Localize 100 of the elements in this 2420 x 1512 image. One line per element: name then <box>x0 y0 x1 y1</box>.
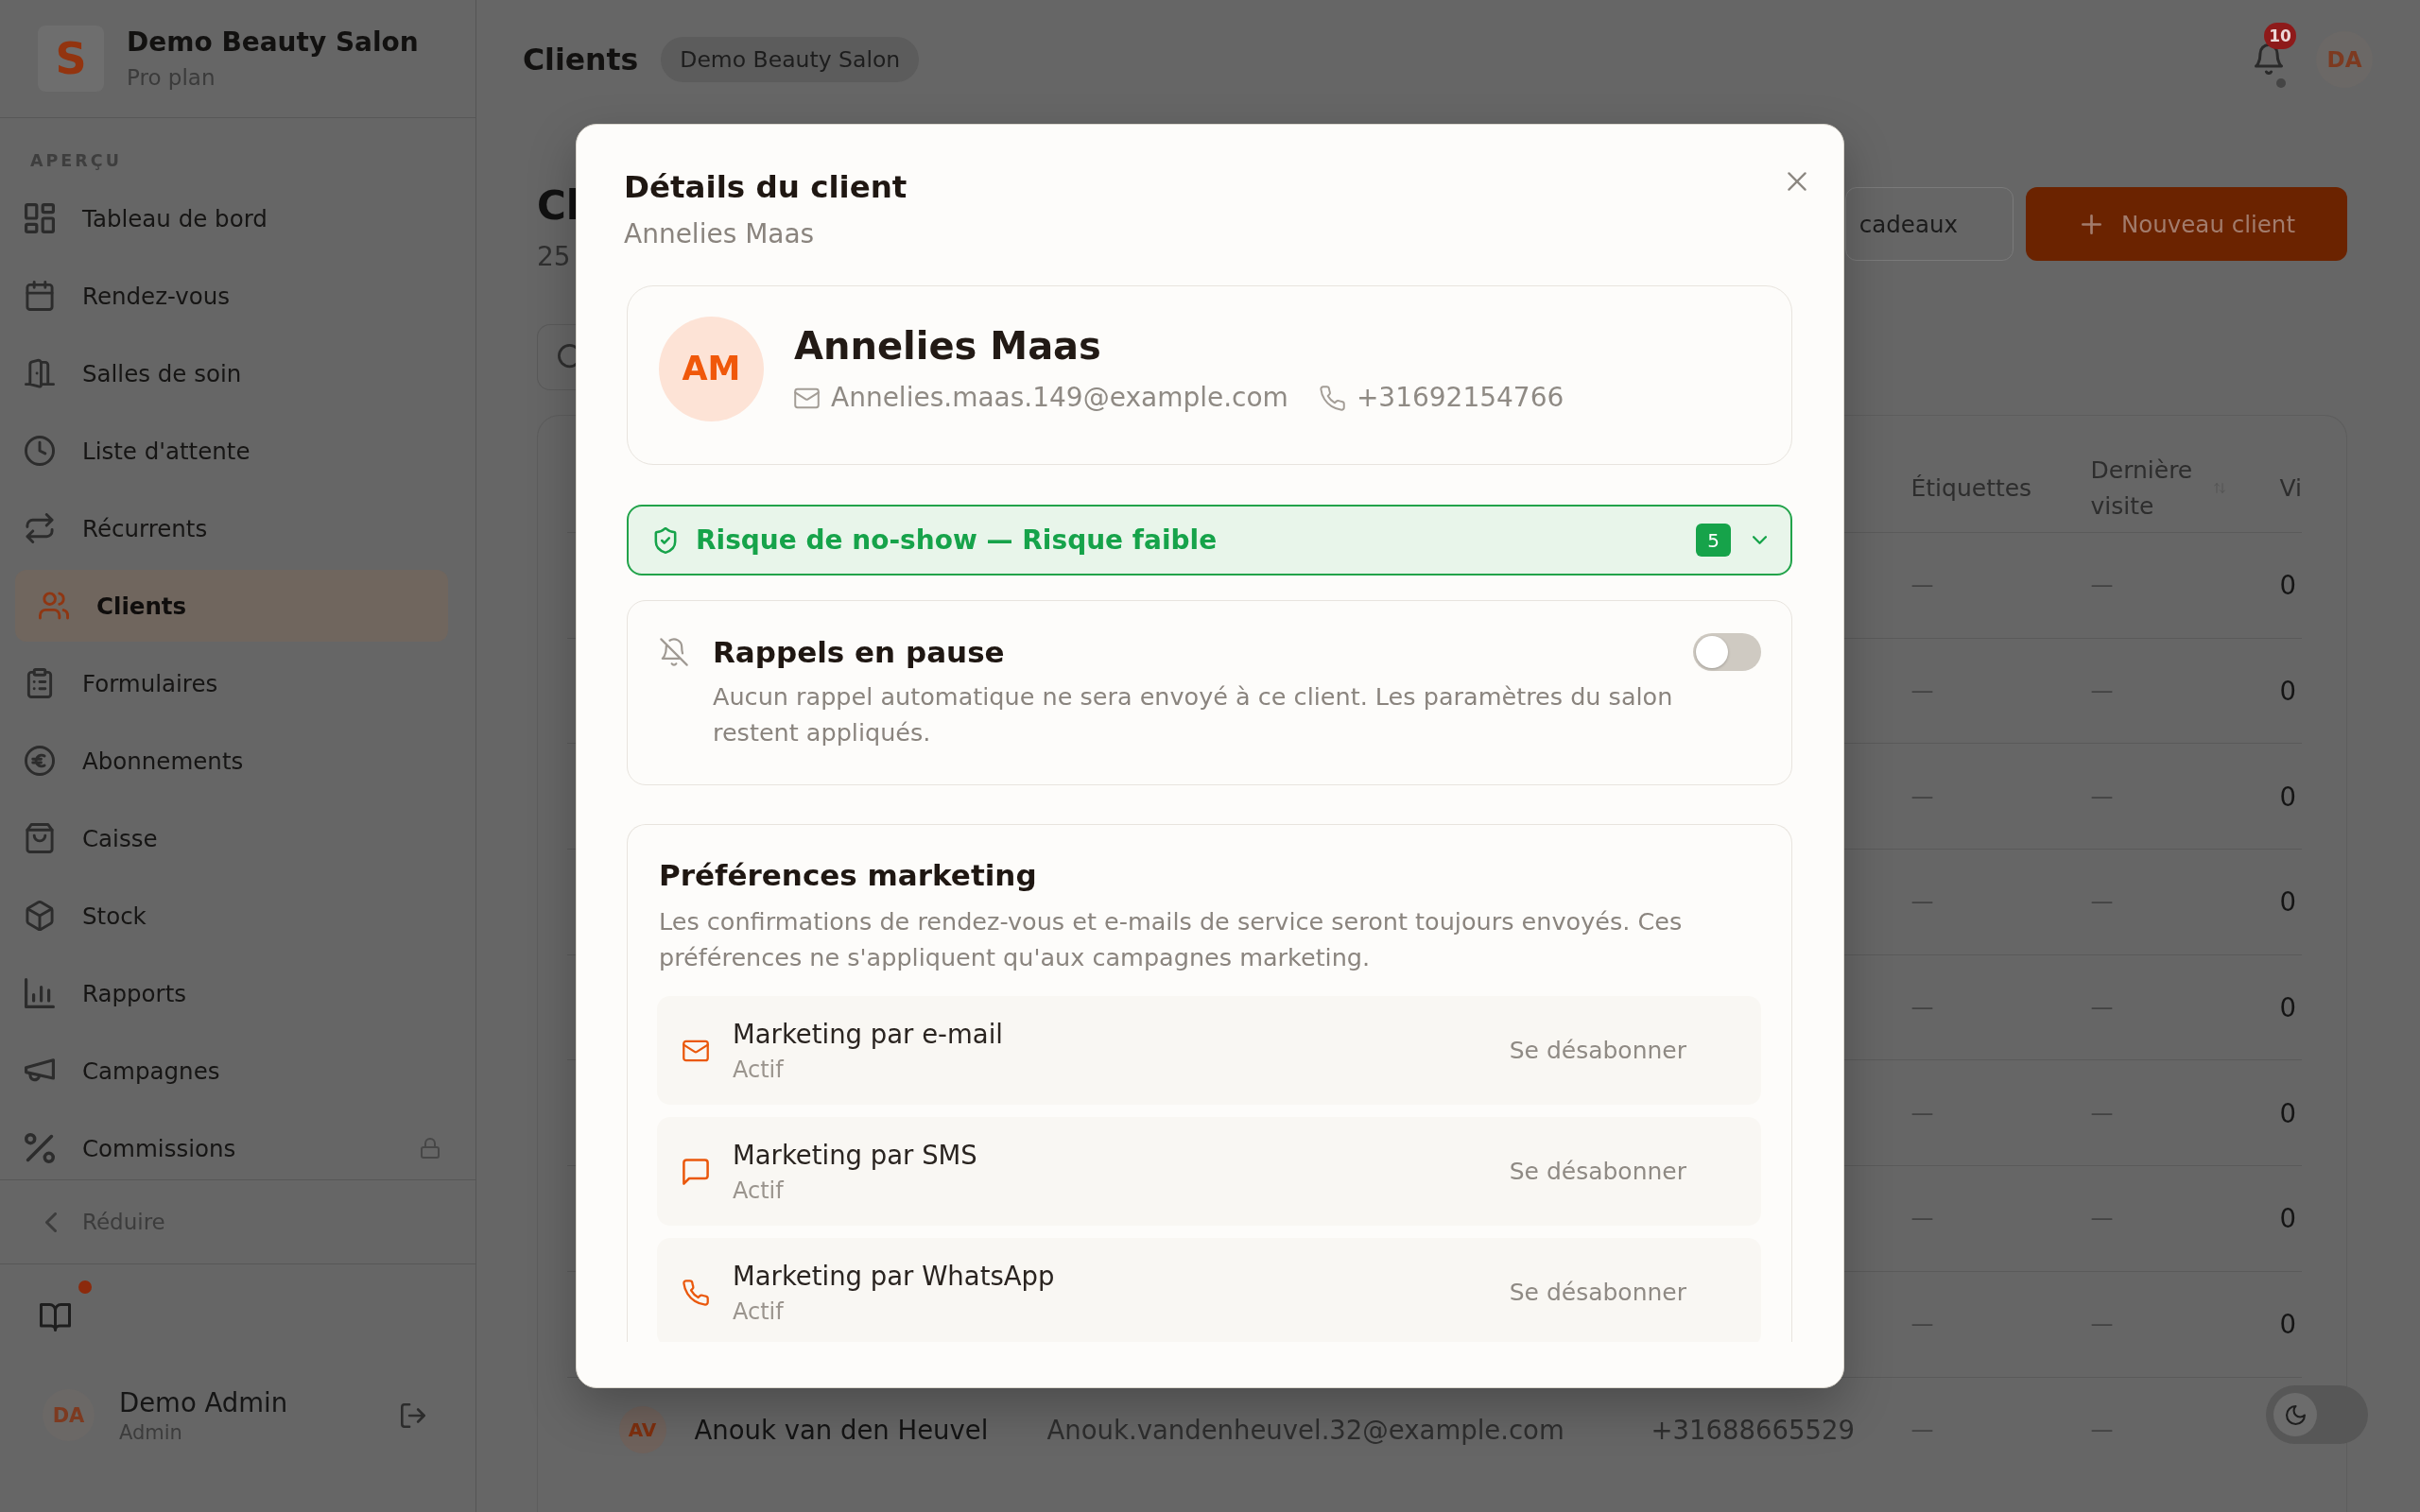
client-avatar: AM <box>659 316 764 421</box>
table-cell: 0 <box>2279 781 2296 812</box>
status-dot-icon <box>2276 78 2286 88</box>
salon-badge: Demo Beauty Salon <box>661 36 920 82</box>
unsubscribe-button[interactable]: Se désabonner <box>1494 1269 1702 1315</box>
bar-chart-icon <box>25 978 55 1008</box>
column-header: Vi <box>2279 472 2302 504</box>
logout-icon[interactable] <box>401 1402 425 1428</box>
dialog-title: Détails du client <box>624 168 908 206</box>
table-cell: — <box>1910 994 1934 1022</box>
column-header: Étiquettes <box>1910 472 2032 504</box>
sidebar-item[interactable]: Récurrents <box>15 492 448 564</box>
sidebar-item[interactable]: Clients <box>15 570 448 642</box>
table-cell: — <box>2090 782 2114 810</box>
sidebar-item[interactable]: Rendez-vous <box>15 260 448 332</box>
channel-name: Marketing par SMS <box>733 1139 978 1172</box>
chevron-left-icon <box>45 1211 57 1232</box>
table-cell: 0 <box>2279 1097 2296 1128</box>
users-icon <box>39 591 69 621</box>
clock-icon <box>25 436 55 466</box>
sidebar-item[interactable]: Salles de soin <box>15 337 448 409</box>
reminders-description: Aucun rappel automatique ne sera envoyé à ce client. Les paramètres du salon restent appliqués. <box>712 681 1674 748</box>
table-cell: — <box>2090 1311 2114 1338</box>
bell-icon[interactable] <box>2255 43 2283 75</box>
sidebar-item[interactable]: Tableau de bord <box>15 182 448 254</box>
table-cell: 0 <box>2279 676 2296 707</box>
sidebar-item[interactable]: Abonnements <box>15 725 448 797</box>
phone-icon <box>1319 385 1345 411</box>
close-icon <box>1788 172 1806 191</box>
euro-coin-icon <box>25 746 55 776</box>
table-cell: — <box>2090 1416 2114 1443</box>
table-cell: — <box>1910 1099 1934 1126</box>
table-cell: Anouk.vandenheuvel.32@example.com <box>1046 1414 1564 1445</box>
column-header[interactable]: Dernière visite <box>2090 452 2204 524</box>
table-cell: — <box>1910 1416 1934 1443</box>
page-title: Cl <box>537 181 580 231</box>
channel-name: Marketing par e-mail <box>733 1018 1004 1051</box>
table-cell: +31688665529 <box>1651 1414 1855 1445</box>
door-icon <box>25 358 55 388</box>
brand-name: Demo Beauty Salon <box>127 26 419 59</box>
channel-status: Actif <box>733 1056 786 1084</box>
moon-icon <box>2273 1393 2317 1436</box>
table-cell: — <box>2090 572 2114 599</box>
table-cell: — <box>1910 1205 1934 1232</box>
table-cell: — <box>1910 678 1934 705</box>
client-email: Annelies.maas.149@example.com <box>831 382 1288 414</box>
table-cell: — <box>1910 1311 1934 1338</box>
table-cell: — <box>1910 888 1934 916</box>
sidebar-item[interactable]: Liste d'attente <box>15 415 448 487</box>
package-icon <box>25 901 55 931</box>
client-name: Annelies Maas <box>794 323 1102 369</box>
table-cell: 0 <box>2279 1203 2296 1234</box>
page-heading: Clients <box>523 42 639 77</box>
table-cell: 0 <box>2279 886 2296 918</box>
section-title: Préférences marketing <box>658 857 1038 894</box>
channel-status: Actif <box>733 1177 786 1205</box>
brand-logo: S <box>38 26 104 92</box>
table-cell: Anouk van den Heuvel <box>694 1414 989 1445</box>
table-cell: 0 <box>2279 992 2296 1023</box>
dialog-subtitle: Annelies Maas <box>624 217 816 251</box>
section-description: Les confirmations de rendez-vous et e-mails de service seront toujours envoyés. Ces préférences ne s'appliquent qu'aux campagnes marketing. <box>658 906 1684 973</box>
sidebar-item[interactable]: Commissions <box>15 1112 448 1179</box>
sidebar-item[interactable]: Formulaires <box>15 647 448 719</box>
risk-banner[interactable]: Risque de no-show — Risque faible 5 <box>627 505 1792 576</box>
table-cell: 0 <box>2279 1309 2296 1340</box>
table-cell: — <box>2090 678 2114 705</box>
sidebar-item[interactable]: Caisse <box>15 802 448 874</box>
channel-name: Marketing par WhatsApp <box>733 1260 1056 1293</box>
client-avatar: AV <box>618 1405 666 1453</box>
reminders-title: Rappels en pause <box>713 635 1006 669</box>
sidebar-item[interactable]: Rapports <box>15 957 448 1029</box>
table-cell: — <box>2090 888 2114 916</box>
table-cell: — <box>2090 994 2114 1022</box>
chat-bubble-icon <box>683 1158 709 1185</box>
reminders-toggle[interactable] <box>1693 633 1761 671</box>
phone-icon <box>683 1279 709 1306</box>
new-client-button[interactable]: Nouveau client <box>2025 187 2347 261</box>
table-cell: — <box>1910 572 1934 599</box>
table-cell: 0 <box>2279 570 2296 601</box>
percent-icon <box>25 1133 55 1163</box>
bell-off-icon <box>660 638 688 666</box>
user-name: Demo Admin <box>119 1385 288 1418</box>
channel-status: Actif <box>733 1297 786 1326</box>
repeat-arrows-icon <box>25 513 55 543</box>
plus-icon <box>2081 214 2101 234</box>
unsubscribe-button[interactable]: Se désabonner <box>1494 1148 1702 1194</box>
sidebar-item[interactable]: Stock <box>15 880 448 952</box>
risk-score-badge: 5 <box>1696 524 1731 557</box>
sidebar-item[interactable]: Campagnes <box>15 1035 448 1107</box>
client-phone: +31692154766 <box>1356 382 1564 414</box>
dashboard-grid-icon <box>25 203 55 233</box>
shopping-bag-icon <box>25 823 55 853</box>
notification-count-badge: 10 <box>2264 23 2296 49</box>
clipboard-list-icon <box>25 668 55 698</box>
table-cell: — <box>2090 1205 2114 1232</box>
book-icon[interactable] <box>40 1303 71 1332</box>
table-cell: — <box>1910 782 1934 810</box>
unsubscribe-button[interactable]: Se désabonner <box>1494 1027 1702 1074</box>
calendar-icon <box>25 281 55 311</box>
table-cell: — <box>2090 1099 2114 1126</box>
